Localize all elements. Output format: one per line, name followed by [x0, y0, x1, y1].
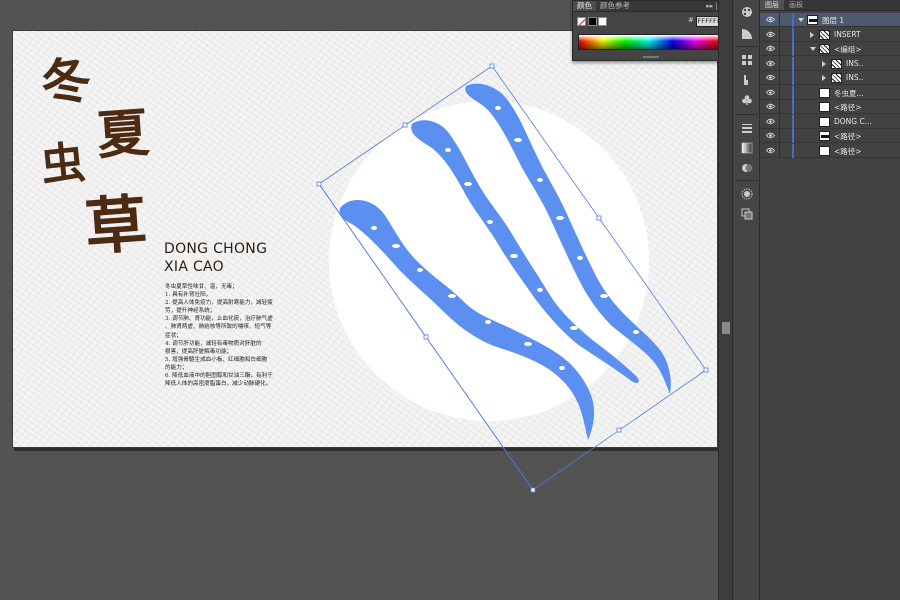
layer-color-bar [792, 129, 794, 143]
layer-color-bar [792, 85, 794, 100]
layer-name[interactable]: <路径> [834, 131, 862, 142]
column-divider [779, 42, 780, 56]
expand-triangle-icon[interactable] [822, 75, 826, 81]
brushes-icon[interactable] [737, 72, 757, 88]
artwork-overlay [316, 63, 709, 493]
divider [736, 114, 758, 115]
layer-row[interactable]: <路径> [760, 143, 900, 158]
layer-color-bar [792, 143, 794, 158]
document-canvas[interactable]: 冬 夏 虫 草 DONG CHONG XIA CAO 冬虫夏草性味甘、温，无毒；… [0, 0, 718, 600]
appearance-icon[interactable] [737, 186, 757, 202]
collapse-triangle-icon[interactable] [810, 47, 816, 51]
scrollbar-thumb[interactable] [722, 322, 730, 334]
tab-color[interactable]: 颜色 [573, 1, 596, 11]
layer-name[interactable]: DONG C... [834, 117, 872, 126]
layer-thumbnail [819, 102, 830, 112]
layer-name[interactable]: INSERT [834, 30, 861, 39]
visibility-eye-icon[interactable] [765, 147, 776, 154]
vertical-scrollbar[interactable] [718, 0, 732, 600]
visibility-eye-icon[interactable] [765, 118, 776, 125]
layer-thumbnail [831, 73, 842, 83]
visibility-eye-icon[interactable] [765, 16, 776, 23]
hex-prefix: # [688, 16, 694, 24]
column-divider [779, 13, 780, 27]
layer-color-bar [792, 100, 794, 114]
layer-thumbnail [819, 29, 830, 40]
column-divider [779, 71, 780, 85]
divider [736, 46, 758, 47]
column-divider [779, 114, 780, 129]
transparency-icon[interactable] [737, 160, 757, 176]
column-divider [779, 27, 780, 42]
layer-row[interactable]: <路径> [760, 129, 900, 143]
layers-panel-tabs: 图层 画板 [760, 0, 900, 11]
layer-row[interactable]: DONG C... [760, 114, 900, 129]
panel-icon-strip [732, 0, 760, 600]
black-swatch[interactable] [588, 17, 597, 26]
graphic-styles-icon[interactable] [737, 206, 757, 222]
layer-name[interactable]: <编组> [834, 44, 862, 55]
layer-name[interactable]: INS.. [846, 73, 863, 82]
expand-triangle-icon[interactable] [810, 31, 814, 38]
layer-name[interactable]: 冬虫夏... [834, 88, 864, 99]
layer-name[interactable]: 图层 1 [822, 15, 844, 26]
layer-thumbnail [819, 131, 830, 141]
column-divider [779, 143, 780, 158]
gradient-icon[interactable] [737, 140, 757, 156]
visibility-eye-icon[interactable] [765, 45, 776, 52]
layer-row[interactable]: INSERT [760, 27, 900, 42]
color-panel-icon[interactable] [737, 4, 757, 20]
layer-thumbnail [831, 58, 842, 69]
layer-thumbnail [819, 87, 830, 98]
swatches-icon[interactable] [737, 52, 757, 68]
column-divider [779, 56, 780, 71]
tab-artboards[interactable]: 画板 [784, 0, 808, 10]
layer-name[interactable]: <路径> [834, 146, 862, 157]
tab-layers[interactable]: 图层 [760, 0, 784, 10]
visibility-eye-icon[interactable] [765, 31, 776, 38]
panel-resize-grip[interactable] [643, 56, 659, 58]
layer-row[interactable]: INS.. [760, 71, 900, 85]
layer-color-bar [792, 71, 794, 85]
layer-name[interactable]: INS.. [846, 59, 863, 68]
collapse-triangle-icon[interactable] [798, 18, 804, 22]
layer-color-bar [792, 27, 794, 42]
column-divider [779, 85, 780, 100]
layer-name[interactable]: <路径> [834, 102, 862, 113]
layer-thumbnail [819, 44, 830, 54]
visibility-eye-icon[interactable] [765, 132, 776, 139]
color-panel[interactable]: 颜色 颜色参考 ▸▸ | ≡ # FFFFFF [572, 0, 730, 61]
column-divider [779, 100, 780, 114]
layer-color-bar [792, 114, 794, 129]
layer-thumbnail [819, 145, 830, 156]
visibility-eye-icon[interactable] [765, 103, 776, 110]
visibility-eye-icon[interactable] [765, 74, 776, 81]
layer-row[interactable]: INS.. [760, 56, 900, 71]
color-guide-icon[interactable] [737, 26, 757, 42]
color-swatch-row: # FFFFFF [576, 15, 726, 29]
white-swatch[interactable] [598, 17, 607, 26]
layer-row[interactable]: <编组> [760, 42, 900, 56]
layer-row[interactable]: <路径> [760, 100, 900, 114]
visibility-eye-icon[interactable] [765, 60, 776, 67]
cordyceps-group[interactable] [339, 83, 671, 440]
visibility-eye-icon[interactable] [765, 89, 776, 96]
layers-panel[interactable]: 图层 画板 图层 1 INSERT <编组> INS.. INS.. 冬虫夏... <路径>… [760, 0, 900, 600]
layer-color-bar [792, 42, 794, 56]
column-divider [779, 129, 780, 143]
layer-row[interactable]: 图层 1 [760, 13, 900, 27]
symbols-icon[interactable] [737, 92, 757, 108]
layer-thumbnail [807, 15, 818, 25]
color-spectrum-bar[interactable] [578, 34, 720, 50]
layer-row[interactable]: 冬虫夏... [760, 85, 900, 100]
divider [736, 180, 758, 181]
expand-triangle-icon[interactable] [822, 60, 826, 67]
layer-color-bar [792, 13, 794, 27]
layer-thumbnail [819, 116, 830, 127]
tab-color-guide[interactable]: 颜色参考 [596, 1, 634, 11]
stroke-icon[interactable] [737, 120, 757, 136]
layer-color-bar [792, 56, 794, 71]
none-swatch[interactable] [577, 17, 586, 26]
